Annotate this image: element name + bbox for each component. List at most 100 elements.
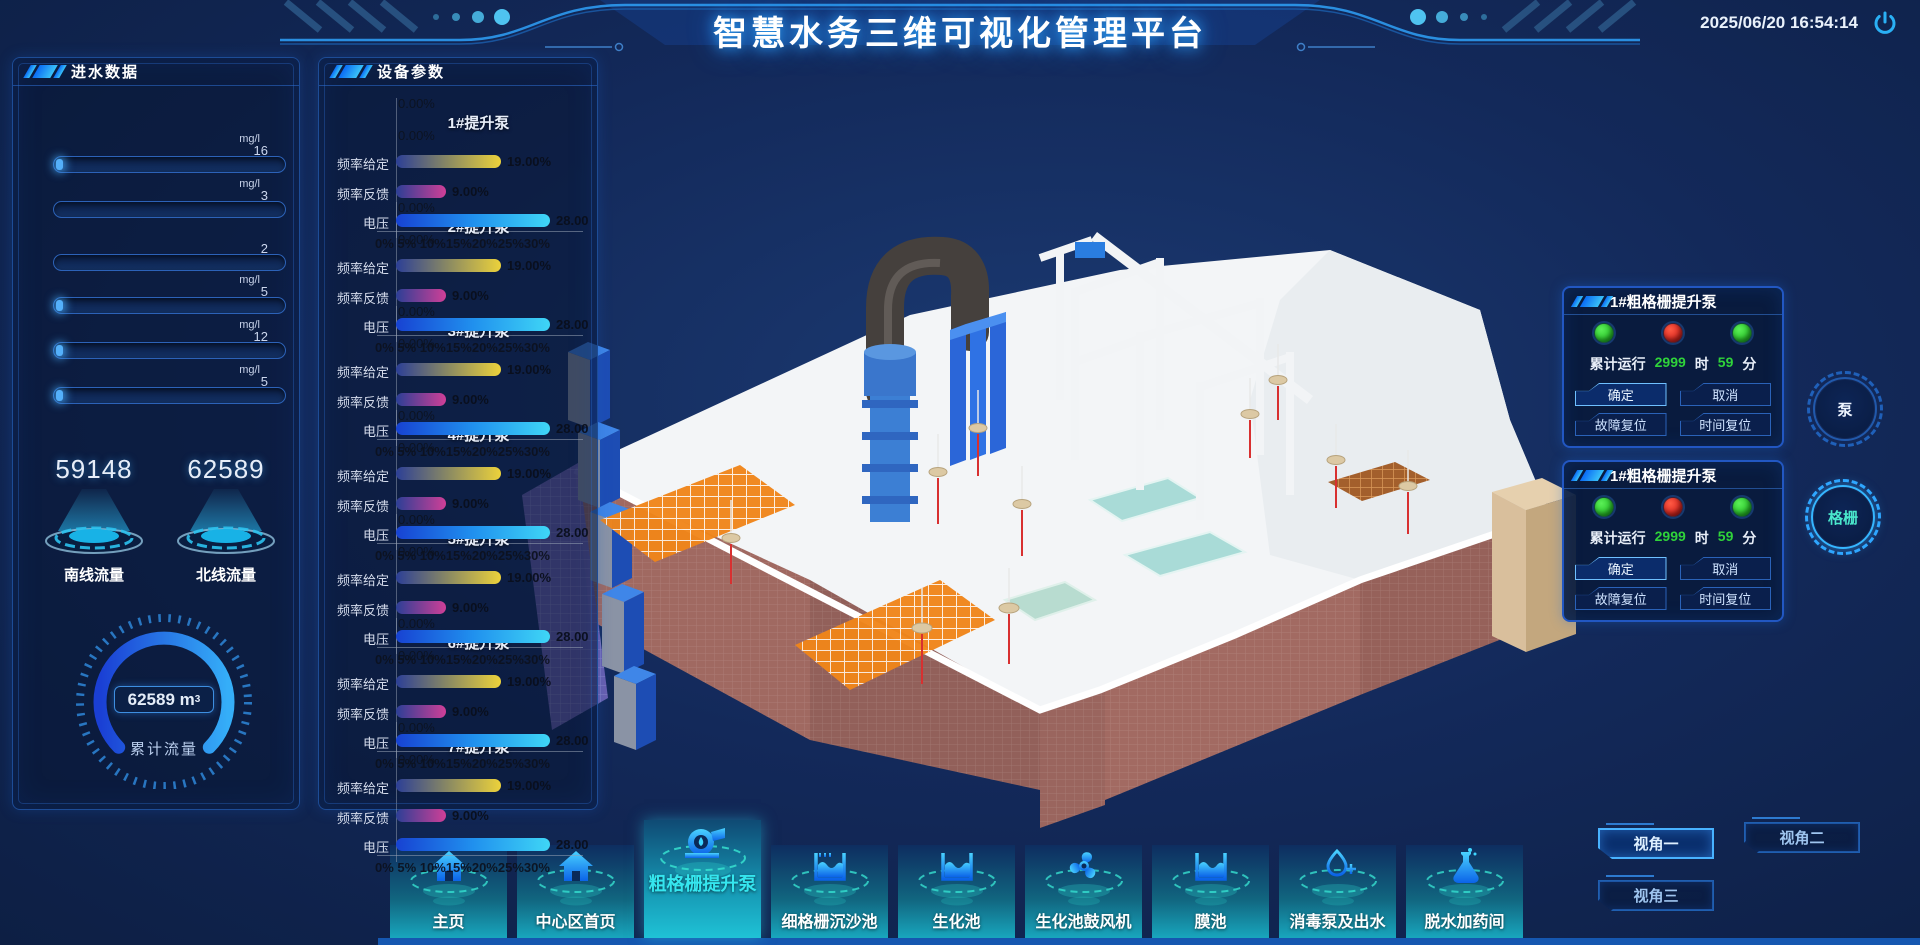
volt-bar — [396, 214, 550, 227]
inflow-slider-row: mg/l 12 — [53, 317, 286, 359]
view-button-accent — [1752, 817, 1800, 819]
power-icon[interactable] — [1872, 10, 1898, 36]
view-2-button[interactable]: 视角二 — [1744, 822, 1860, 853]
slider-unit: mg/l — [239, 274, 260, 286]
pump-icon — [685, 828, 725, 858]
runtime-hours: 2999 — [1655, 528, 1686, 548]
total-flow-label: 累计流量 — [104, 738, 224, 759]
slider-track[interactable] — [53, 254, 286, 271]
fault-reset-button[interactable]: 故障复位 — [1575, 587, 1667, 610]
nav-tile-membrane-tank[interactable]: 膜池 — [1152, 845, 1269, 938]
freq-set-bar — [396, 467, 501, 480]
page-title: 智慧水务三维可视化管理平台 — [0, 6, 1920, 55]
inflow-panel-title: 进水数据 — [71, 61, 139, 82]
nav-tile-coarse-screen-pump[interactable]: 粗格栅提升泵 — [644, 820, 761, 938]
north-flow-beacon: 62589 北线流量 — [161, 454, 291, 585]
panel-slash-icon — [1574, 296, 1602, 307]
confirm-button[interactable]: 确定 — [1575, 557, 1667, 580]
beacon-dish — [161, 485, 291, 557]
inflow-slider-row: mg/l 16 — [53, 131, 286, 173]
status-lights — [1564, 315, 1782, 343]
status-lights — [1564, 489, 1782, 517]
freq-set-bar — [396, 571, 501, 584]
runtime-label: 累计运行 — [1590, 528, 1646, 548]
runtime-row: 累计运行 2999 时 59 分 — [1564, 354, 1782, 374]
slider-thumb[interactable] — [56, 345, 63, 356]
volt-bar — [396, 838, 550, 851]
confirm-button[interactable]: 确定 — [1575, 383, 1667, 406]
inflow-slider-row: 2 — [53, 229, 286, 271]
nav-tile-label: 脱水加药间 — [1406, 908, 1523, 932]
tank-icon — [816, 853, 844, 879]
slider-track[interactable] — [53, 297, 286, 314]
status-light-remote — [1732, 323, 1752, 343]
north-flow-value: 62589 — [161, 454, 291, 485]
slider-thumb[interactable] — [56, 300, 63, 311]
inflow-data-panel: 进水数据 mg/l 16 mg/l 3 2 mg/l 5 mg/l 12 mg/… — [12, 57, 300, 810]
runtime-hours: 2999 — [1655, 354, 1686, 374]
runtime-minutes: 59 — [1718, 528, 1734, 548]
south-flow-label: 南线流量 — [29, 564, 159, 585]
freq-set-bar — [396, 779, 501, 792]
slider-thumb[interactable] — [56, 390, 63, 401]
nav-tile-fine-screen[interactable]: 细格栅沉沙池 — [771, 845, 888, 938]
nav-tile-blower[interactable]: 生化池鼓风机 — [1025, 845, 1142, 938]
runtime-row: 累计运行 2999 时 59 分 — [1564, 528, 1782, 548]
grate-circle-button[interactable]: 格栅 — [1814, 488, 1872, 546]
slider-thumb[interactable] — [56, 159, 63, 170]
status-light-fault — [1663, 497, 1683, 517]
freq-fb-bar — [396, 809, 446, 822]
freq-fb-bar — [396, 185, 446, 198]
inflow-slider-row: mg/l 5 — [53, 272, 286, 314]
view-1-button[interactable]: 视角一 — [1598, 828, 1714, 859]
time-reset-button[interactable]: 时间复位 — [1680, 413, 1772, 436]
status-light-remote — [1732, 497, 1752, 517]
pump-column — [862, 344, 918, 522]
freq-set-bar — [396, 363, 501, 376]
slider-track[interactable] — [53, 387, 286, 404]
nav-tile-dewatering[interactable]: 脱水加药间 — [1406, 845, 1523, 938]
freq-fb-bar — [396, 393, 446, 406]
tank-icon — [943, 853, 971, 879]
chart-axis: 0% 5% 10%15%20%25%30% — [375, 860, 590, 875]
status-light-run — [1594, 497, 1614, 517]
inflow-panel-header: 进水数据 — [13, 58, 299, 86]
slider-track[interactable] — [53, 156, 286, 173]
inflow-slider-row: mg/l 3 — [53, 176, 286, 218]
flask-icon — [1453, 848, 1478, 883]
3d-scene[interactable] — [480, 100, 1580, 860]
slider-track[interactable] — [53, 342, 286, 359]
pump-card-1: 1#粗格栅提升泵 累计运行 2999 时 59 分 确定 取消 故障复位 时间复… — [1562, 286, 1784, 448]
view-3-label: 视角三 — [1633, 885, 1678, 906]
runtime-minutes: 59 — [1718, 354, 1734, 374]
fan-icon — [1068, 852, 1097, 880]
cancel-button[interactable]: 取消 — [1680, 557, 1772, 580]
time-reset-button[interactable]: 时间复位 — [1680, 587, 1772, 610]
south-flow-beacon: 59148 南线流量 — [29, 454, 159, 585]
nav-tile-label: 生化池 — [898, 908, 1015, 932]
datetime-display: 2025/06/20 16:54:14 — [1700, 13, 1858, 33]
fault-reset-button[interactable]: 故障复位 — [1575, 413, 1667, 436]
slider-track[interactable] — [53, 201, 286, 218]
freq-set-bar — [396, 155, 501, 168]
nav-strip — [378, 938, 1920, 945]
pump-circle-button[interactable]: 泵 — [1816, 380, 1874, 438]
nav-tile-disinfection[interactable]: 消毒泵及出水 — [1279, 845, 1396, 938]
device-panel-header: 设备参数 — [319, 58, 597, 86]
view-2-label: 视角二 — [1779, 827, 1824, 848]
volt-bar — [396, 734, 550, 747]
pump-card-header: 1#粗格栅提升泵 — [1564, 288, 1782, 315]
pump-circle-label: 泵 — [1837, 399, 1852, 420]
tank-icon — [1197, 853, 1225, 879]
inflow-slider-row: mg/l 5 — [53, 362, 286, 404]
nav-tile-label: 粗格栅提升泵 — [644, 870, 761, 896]
view-3-button[interactable]: 视角三 — [1598, 880, 1714, 911]
slider-unit: mg/l — [239, 364, 260, 376]
freq-fb-bar — [396, 601, 446, 614]
volt-bar — [396, 526, 550, 539]
nav-tile-bio-tank[interactable]: 生化池 — [898, 845, 1015, 938]
pump-card-header: 1#粗格栅提升泵 — [1564, 462, 1782, 489]
panel-slash-icon — [1574, 470, 1602, 481]
cancel-button[interactable]: 取消 — [1680, 383, 1772, 406]
north-flow-label: 北线流量 — [161, 564, 291, 585]
